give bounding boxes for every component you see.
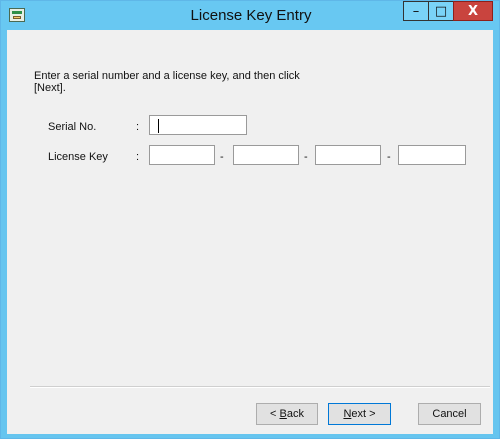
close-icon: X [467,4,479,19]
cancel-button-label: Cancel [432,408,467,420]
license-key-separator: - [304,151,308,163]
minimize-icon: – [412,4,420,19]
cancel-button[interactable]: Cancel [418,403,481,425]
next-button[interactable]: Next > [328,403,391,425]
serial-number-input[interactable] [149,115,247,135]
instruction-text: Enter a serial number and a license key,… [34,70,334,94]
back-button-label: ack [286,408,304,420]
maximize-button[interactable]: □ [428,1,454,21]
license-key-colon: : [136,151,140,163]
minimize-button[interactable]: – [403,1,429,21]
footer-divider-highlight [30,387,490,388]
license-key-segment-2[interactable] [233,145,299,165]
back-button[interactable]: < Back [256,403,318,425]
license-key-segment-3[interactable] [315,145,381,165]
dialog-body: Enter a serial number and a license key,… [7,30,493,434]
serial-number-colon: : [136,121,140,133]
license-key-segment-1[interactable] [149,145,215,165]
maximize-icon: □ [434,4,448,19]
license-key-window: License Key Entry – □ X Enter a serial n… [0,0,500,439]
instruction-line: Enter a serial number and a license key,… [34,70,300,94]
license-key-segment-4[interactable] [398,145,466,165]
next-button-label: ext > [351,408,376,420]
titlebar[interactable]: License Key Entry – □ X [1,1,499,30]
back-button-accelerator: B [279,408,287,420]
serial-number-label: Serial No. [48,121,97,133]
license-key-separator: - [220,151,224,163]
license-key-separator: - [387,151,391,163]
back-button-prefix: < [270,408,280,420]
text-caret [158,119,159,133]
close-button[interactable]: X [453,1,493,21]
license-key-label: License Key [48,151,108,163]
